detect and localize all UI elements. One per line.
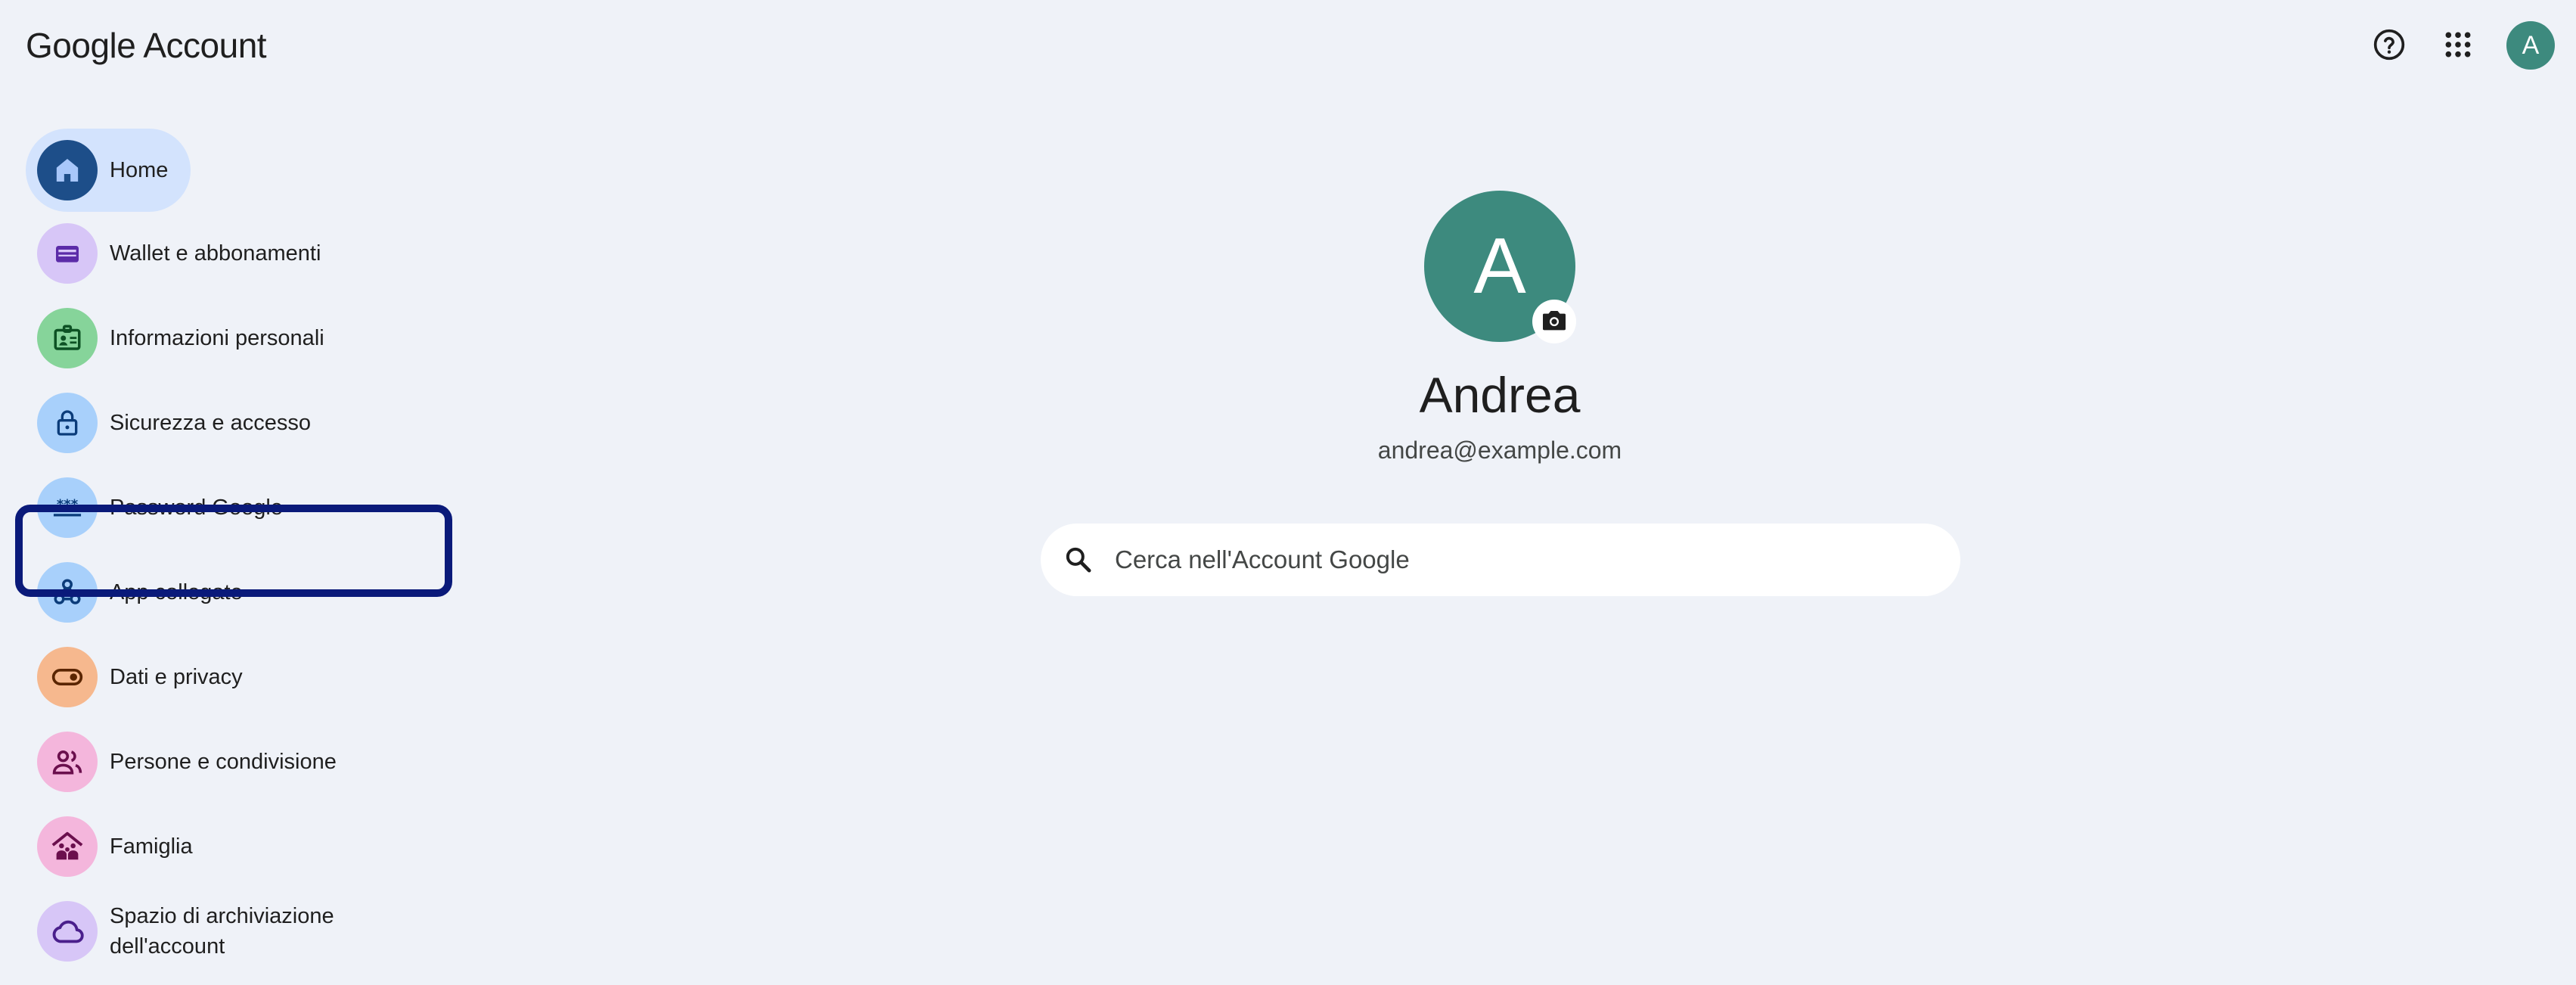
logo-google-text: Google	[26, 26, 136, 65]
toggle-icon	[37, 647, 98, 707]
connected-apps-icon	[37, 562, 98, 623]
sidebar-item-security[interactable]: Sicurezza e accesso	[26, 381, 311, 465]
sidebar-item-password[interactable]: *** Password Google	[26, 466, 283, 549]
svg-text:***: ***	[57, 497, 79, 513]
sidebar-item-label: Dati e privacy	[110, 665, 243, 689]
sidebar-item-label: Password Google	[110, 496, 283, 520]
sidebar-item-connected-apps[interactable]: App collegate	[26, 551, 243, 634]
search-input[interactable]	[1113, 545, 1933, 575]
home-icon	[37, 140, 98, 200]
people-icon	[37, 732, 98, 792]
logo-account-text: Account	[143, 26, 267, 65]
avatar-letter: A	[2522, 30, 2540, 60]
sidebar-item-storage[interactable]: Spazio di archiviazione dell'account	[26, 890, 367, 973]
sidebar-item-data-privacy[interactable]: Dati e privacy	[26, 635, 243, 719]
id-card-icon	[37, 308, 98, 368]
sidebar-item-label: Informazioni personali	[110, 326, 324, 350]
profile-email: andrea@example.com	[1377, 437, 1622, 464]
sidebar-item-personal-info[interactable]: Informazioni personali	[26, 297, 324, 380]
cloud-icon	[37, 901, 98, 962]
account-avatar-button[interactable]: A	[2506, 21, 2555, 70]
sidebar-item-label: App collegate	[110, 580, 243, 604]
google-account-logo[interactable]: Google Account	[26, 24, 267, 67]
sidebar-item-family[interactable]: Famiglia	[26, 805, 193, 888]
profile-avatar-letter: A	[1473, 222, 1526, 310]
profile-name: Andrea	[1419, 367, 1581, 423]
sidebar-item-label: Sicurezza e accesso	[110, 411, 311, 435]
change-photo-button[interactable]	[1532, 300, 1576, 343]
top-bar: Google Account A	[0, 0, 2576, 92]
help-circle-icon	[2373, 28, 2406, 61]
sidebar-item-label: Spazio di archiviazione dell'account	[110, 904, 334, 959]
lock-icon	[37, 393, 98, 453]
sidebar-item-label: Home	[110, 158, 169, 182]
sidebar-item-label: Wallet e abbonamenti	[110, 241, 321, 266]
sidebar-item-label: Famiglia	[110, 834, 193, 859]
account-search-bar[interactable]	[1041, 524, 1960, 596]
apps-grid-icon	[2444, 30, 2472, 59]
camera-icon	[1539, 305, 1569, 339]
sidebar-item-label: Persone e condivisione	[110, 750, 337, 774]
sidebar-item-home[interactable]: Home	[26, 129, 191, 212]
help-button[interactable]	[2366, 21, 2413, 68]
sidebar-item-people-sharing[interactable]: Persone e condivisione	[26, 720, 337, 803]
password-icon: ***	[37, 477, 98, 538]
wallet-icon	[37, 223, 98, 284]
search-icon[interactable]	[1060, 542, 1097, 578]
family-home-icon	[37, 816, 98, 877]
sidebar-item-wallet[interactable]: Wallet e abbonamenti	[26, 212, 321, 295]
google-apps-button[interactable]	[2435, 21, 2481, 68]
